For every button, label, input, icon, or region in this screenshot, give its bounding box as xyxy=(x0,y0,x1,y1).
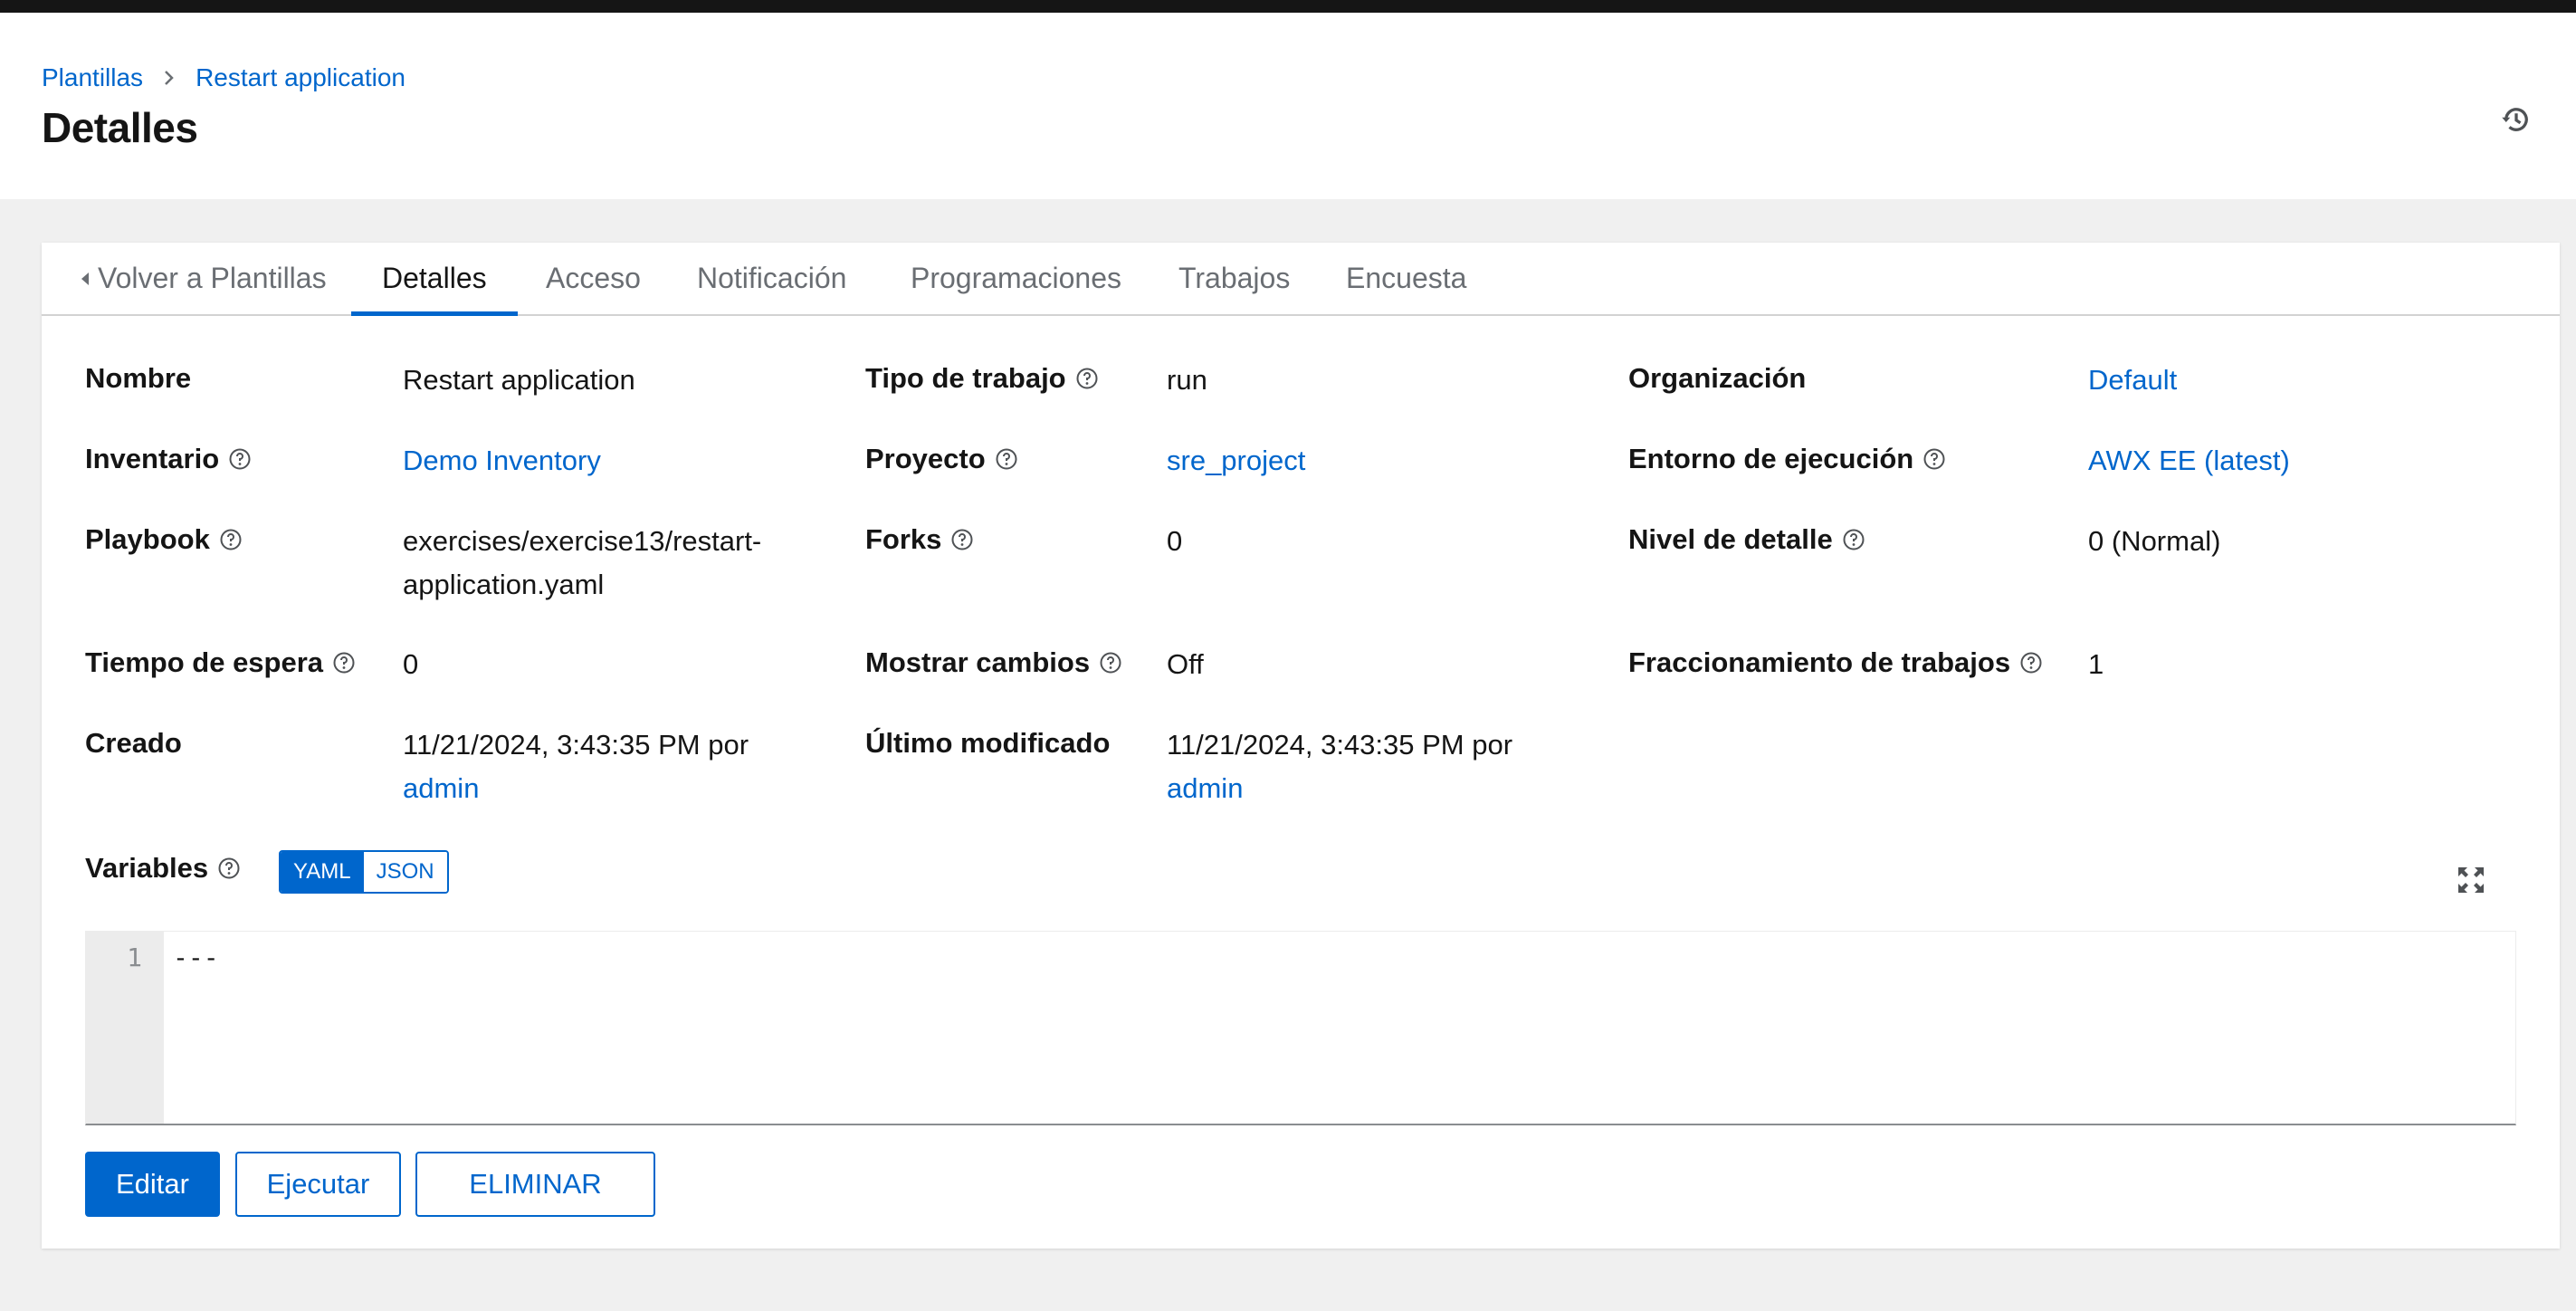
tab-programaciones[interactable]: Programaciones xyxy=(911,243,1121,314)
project-value: sre_project xyxy=(1167,439,1305,483)
tab-label: Volver a Plantillas xyxy=(98,262,327,294)
name-value: Restart application xyxy=(403,364,635,396)
page-header: Plantillas Restart application Detalles xyxy=(0,13,2576,199)
line-number: 1 xyxy=(127,943,142,972)
launch-button[interactable]: Ejecutar xyxy=(235,1152,401,1217)
created-label: Creado xyxy=(85,727,182,759)
delete-button[interactable]: ELIMINAR xyxy=(415,1152,655,1217)
timeout-label: Tiempo de espera xyxy=(85,646,356,679)
created-by-link[interactable]: admin xyxy=(403,772,479,804)
verbosity-value: 0 (Normal) xyxy=(2088,525,2221,557)
json-toggle-button[interactable]: JSON xyxy=(363,852,447,892)
execution-env-link[interactable]: AWX EE (latest) xyxy=(2088,445,2290,476)
execution-env-label: Entorno de ejecución xyxy=(1628,443,1946,475)
tab-acceso[interactable]: Acceso xyxy=(546,243,641,314)
help-icon[interactable] xyxy=(1842,528,1865,551)
name-label: Nombre xyxy=(85,362,192,394)
masthead-bar xyxy=(0,0,2576,13)
modified-date: 11/21/2024, 3:43:35 PM por xyxy=(1167,729,1513,761)
timeout-value: 0 xyxy=(403,648,419,680)
created-value: 11/21/2024, 3:43:35 PM por admin xyxy=(403,723,749,810)
modified-value: 11/21/2024, 3:43:35 PM por admin xyxy=(1167,723,1512,810)
details-card: Volver a Plantillas Detalles Acceso Noti… xyxy=(42,243,2560,1249)
organization-link[interactable]: Default xyxy=(2088,364,2177,396)
editor-content: --- xyxy=(173,943,219,972)
execution-env-value: AWX EE (latest) xyxy=(2088,439,2290,483)
inventory-link[interactable]: Demo Inventory xyxy=(403,445,601,476)
forks-label: Forks xyxy=(865,523,974,556)
job-slicing-label: Fraccionamiento de trabajos xyxy=(1628,646,2043,679)
expand-icon[interactable] xyxy=(2455,864,2487,896)
help-icon[interactable] xyxy=(995,447,1018,471)
help-icon[interactable] xyxy=(228,447,252,471)
job-slicing-value: 1 xyxy=(2088,648,2104,680)
organization-value: Default xyxy=(2088,359,2177,402)
variables-label: Variables xyxy=(85,852,241,885)
tab-encuesta[interactable]: Encuesta xyxy=(1346,243,1466,314)
help-icon[interactable] xyxy=(219,528,243,551)
help-icon[interactable] xyxy=(2019,651,2043,675)
playbook-value-line2: application.yaml xyxy=(403,569,605,600)
page-title: Detalles xyxy=(42,104,198,151)
project-link[interactable]: sre_project xyxy=(1167,445,1305,476)
caret-left-icon xyxy=(80,271,91,287)
help-icon[interactable] xyxy=(1099,651,1122,675)
forks-value: 0 xyxy=(1167,525,1183,557)
yaml-toggle-button[interactable]: YAML xyxy=(281,852,364,892)
variables-code-editor[interactable]: 1 --- xyxy=(85,931,2516,1125)
variables-format-toggle: YAML JSON xyxy=(279,850,449,894)
show-changes-label: Mostrar cambios xyxy=(865,646,1122,679)
breadcrumb-link-current[interactable]: Restart application xyxy=(196,63,405,92)
history-icon[interactable] xyxy=(2498,101,2534,138)
modified-by-link[interactable]: admin xyxy=(1167,772,1243,804)
breadcrumb: Plantillas Restart application xyxy=(42,63,405,92)
show-changes-value: Off xyxy=(1167,648,1204,680)
organization-label: Organización xyxy=(1628,362,1807,394)
tab-notificacion[interactable]: Notificación xyxy=(697,243,846,314)
help-icon[interactable] xyxy=(1075,367,1099,390)
job-type-label: Tipo de trabajo xyxy=(865,362,1099,395)
help-icon[interactable] xyxy=(217,856,241,880)
inventory-value: Demo Inventory xyxy=(403,439,601,483)
help-icon[interactable] xyxy=(332,651,356,675)
edit-button[interactable]: Editar xyxy=(85,1152,220,1217)
playbook-value: exercises/exercise13/restart- applicatio… xyxy=(403,520,761,607)
tab-detalles[interactable]: Detalles xyxy=(351,243,518,316)
modified-label: Último modificado xyxy=(865,727,1111,759)
tab-trabajos[interactable]: Trabajos xyxy=(1178,243,1290,314)
tab-bar: Volver a Plantillas Detalles Acceso Noti… xyxy=(42,243,2560,316)
help-icon[interactable] xyxy=(950,528,974,551)
job-type-value: run xyxy=(1167,364,1207,396)
tab-back-to-templates[interactable]: Volver a Plantillas xyxy=(80,243,327,314)
breadcrumb-link-plantillas[interactable]: Plantillas xyxy=(42,63,143,92)
playbook-value-line1: exercises/exercise13/restart- xyxy=(403,525,762,557)
verbosity-label: Nivel de detalle xyxy=(1628,523,1865,556)
created-date: 11/21/2024, 3:43:35 PM por xyxy=(403,729,749,761)
editor-gutter: 1 xyxy=(86,932,164,1124)
chevron-right-icon xyxy=(163,69,176,87)
project-label: Proyecto xyxy=(865,443,1018,475)
playbook-label: Playbook xyxy=(85,523,243,556)
inventory-label: Inventario xyxy=(85,443,252,475)
help-icon[interactable] xyxy=(1922,447,1946,471)
